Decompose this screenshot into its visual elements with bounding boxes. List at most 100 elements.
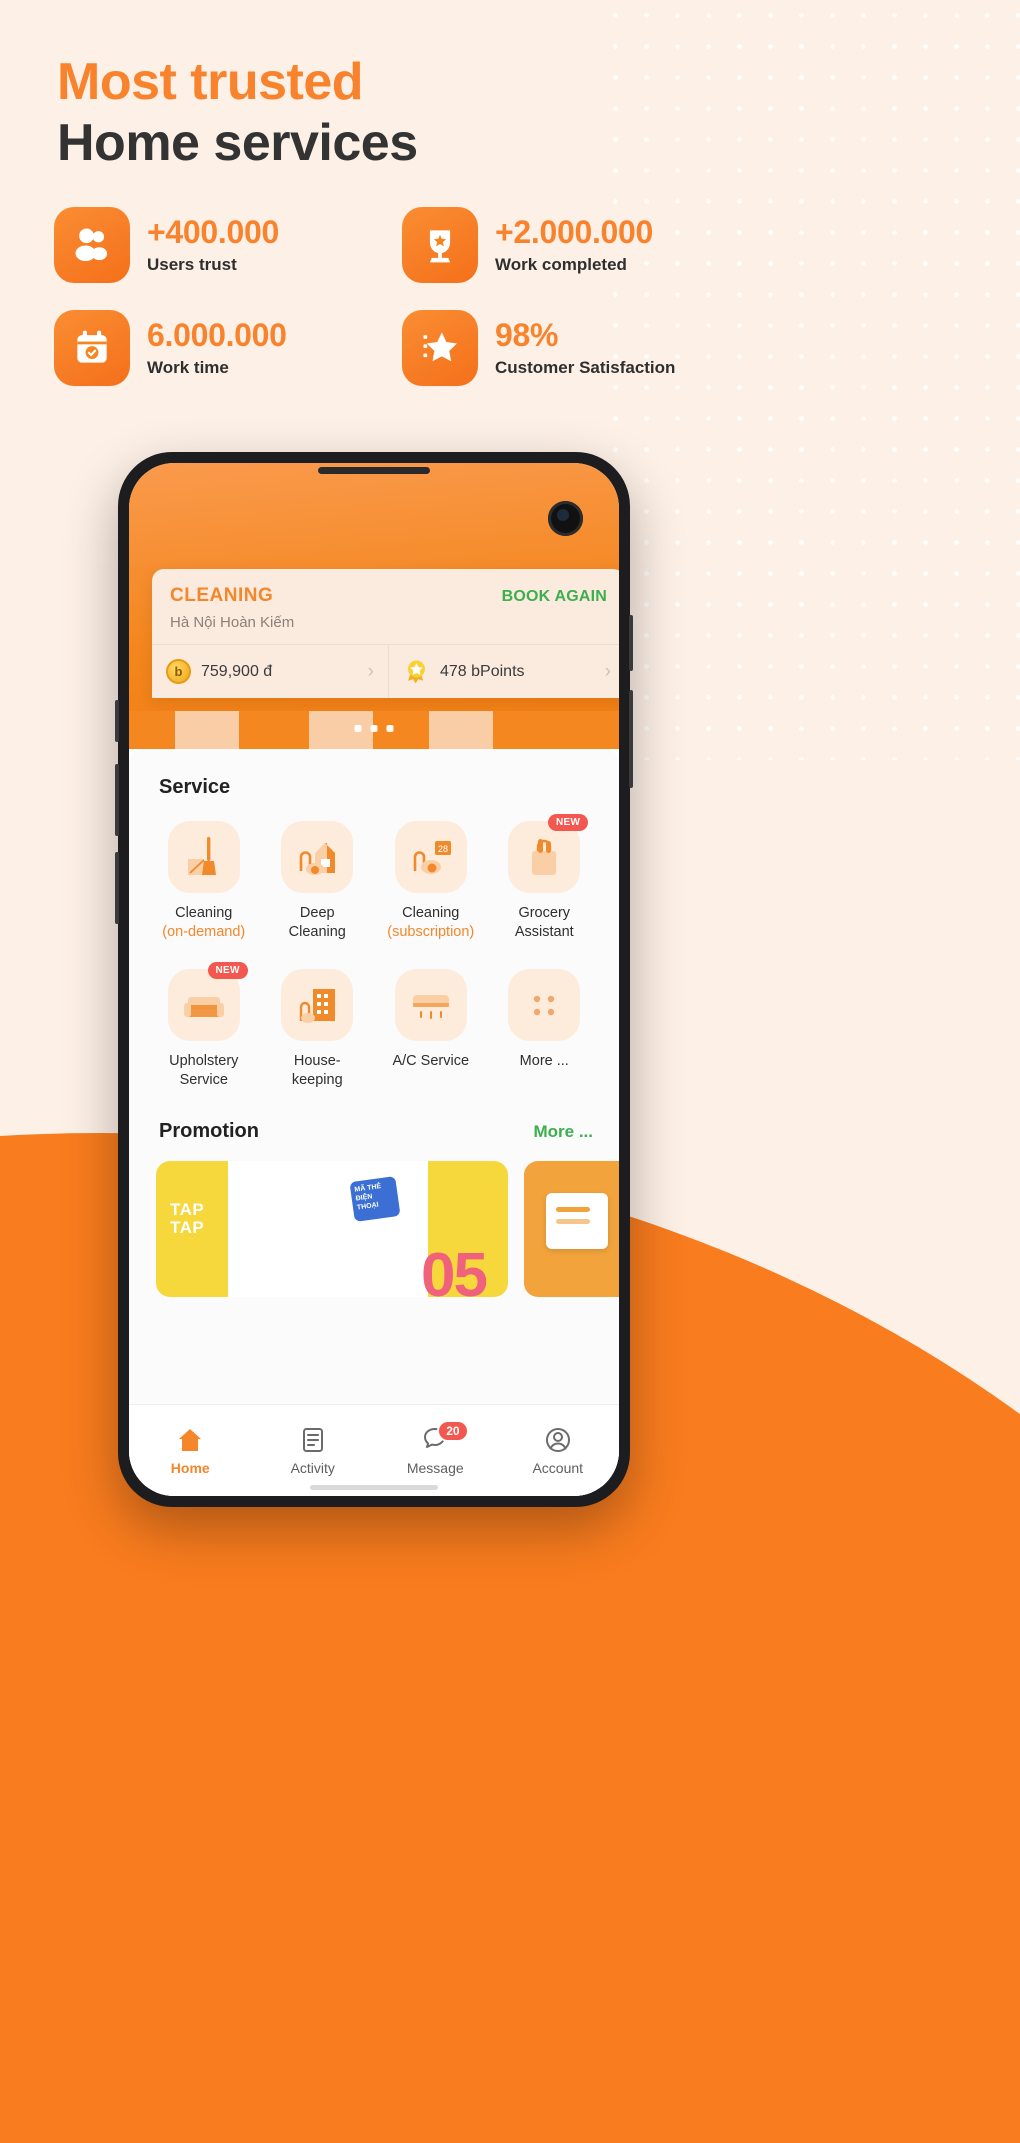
bottom-navigation: Home Activity 20 Message Account bbox=[129, 1404, 619, 1496]
trophy-icon bbox=[402, 207, 478, 283]
nav-item-message[interactable]: 20 Message bbox=[374, 1419, 497, 1476]
account-icon bbox=[545, 1427, 570, 1452]
service-label-line1: Upholstery bbox=[169, 1052, 239, 1069]
air-conditioner-icon bbox=[394, 968, 467, 1041]
wallet-balance-row[interactable]: b 759,900 đ › bbox=[152, 645, 388, 698]
sofa-icon: NEW bbox=[167, 961, 248, 1041]
service-label-line1: More ... bbox=[519, 1052, 569, 1069]
stat-work-time: 6.000.000 Work time bbox=[54, 310, 386, 386]
broom-bucket-icon bbox=[167, 821, 240, 893]
phone-card-tag: MÃ THẺ ĐIỆN THOẠI bbox=[349, 1176, 401, 1223]
activity-icon bbox=[302, 1427, 323, 1452]
nav-item-account[interactable]: Account bbox=[497, 1426, 620, 1476]
service-label-line2: keeping bbox=[291, 1071, 343, 1088]
service-tile-cleaning-subscription[interactable]: 28 Cleaning (subscription) bbox=[374, 821, 488, 943]
service-heading-row: Service bbox=[129, 749, 619, 799]
stat-value: 6.000.000 bbox=[147, 317, 287, 354]
stat-work-completed: +2.000.000 Work completed bbox=[402, 207, 734, 283]
phone-screen: CLEANING Hà Nội Hoàn Kiếm BOOK AGAIN b 7… bbox=[129, 463, 619, 1496]
vacuum-calendar-icon: 28 bbox=[394, 821, 467, 893]
service-tile-cleaning-on-demand[interactable]: Cleaning (on-demand) bbox=[147, 821, 261, 943]
nav-item-activity[interactable]: Activity bbox=[252, 1426, 375, 1476]
stat-value: +2.000.000 bbox=[495, 214, 654, 251]
booking-title: CLEANING bbox=[170, 585, 274, 606]
chevron-right-icon: › bbox=[367, 660, 374, 682]
service-label-line1: House- bbox=[293, 1052, 341, 1069]
front-camera bbox=[548, 501, 583, 536]
service-label-line2: Cleaning bbox=[288, 924, 346, 941]
phone-button-left-3 bbox=[115, 852, 119, 924]
grocery-bag-icon: NEW bbox=[508, 814, 589, 893]
stat-value: +400.000 bbox=[147, 214, 279, 251]
nav-item-home[interactable]: Home bbox=[129, 1426, 252, 1476]
chevron-right-icon: › bbox=[604, 660, 611, 682]
more-dots-icon bbox=[508, 968, 581, 1041]
stats-grid: +400.000 Users trust +2.000.000 Work com… bbox=[54, 207, 734, 386]
star-badge-icon bbox=[402, 310, 478, 386]
carousel-dot[interactable] bbox=[370, 725, 378, 732]
service-label-line1: Cleaning bbox=[402, 905, 460, 921]
carousel-dot[interactable] bbox=[386, 725, 394, 732]
service-label-line2: (on-demand) bbox=[162, 924, 246, 941]
wallet-balance-value: 759,900 đ bbox=[201, 662, 273, 680]
service-tile-more[interactable]: More ... bbox=[488, 968, 602, 1091]
promotion-heading: Promotion bbox=[159, 1120, 259, 1143]
service-label-line1: Cleaning bbox=[175, 905, 233, 921]
svg-text:28: 28 bbox=[438, 844, 448, 854]
service-tile-housekeeping[interactable]: House- keeping bbox=[261, 968, 375, 1091]
service-label-line2: (subscription) bbox=[387, 924, 475, 941]
service-tile-label: A/C Service bbox=[392, 1052, 469, 1071]
book-again-button[interactable]: BOOK AGAIN bbox=[502, 585, 607, 606]
message-badge: 20 bbox=[437, 1419, 469, 1442]
service-grid: Cleaning (on-demand) Deep Cleaning 28 Cl… bbox=[129, 814, 619, 1091]
headline-line-1: Most trusted bbox=[57, 53, 363, 111]
home-indicator bbox=[310, 1485, 438, 1490]
stat-label: Work time bbox=[147, 357, 229, 377]
service-label-line1: A/C Service bbox=[392, 1052, 470, 1069]
new-badge: NEW bbox=[548, 814, 589, 831]
stat-label: Users trust bbox=[147, 254, 237, 274]
new-badge: NEW bbox=[207, 961, 248, 979]
promotion-number: 05 bbox=[421, 1241, 488, 1298]
service-label-line2: Service bbox=[179, 1071, 228, 1088]
vacuum-house-icon bbox=[281, 821, 354, 893]
content-sheet: Service Cleaning (on-demand) Deep Cleani… bbox=[129, 749, 619, 1496]
headline-line-2: Home services bbox=[57, 113, 418, 172]
voucher-icon bbox=[546, 1193, 608, 1250]
phone-button-left-2 bbox=[115, 764, 119, 836]
stat-label: Customer Satisfaction bbox=[495, 357, 676, 377]
service-tile-grocery-assistant[interactable]: NEW Grocery Assistant bbox=[488, 814, 602, 943]
nav-label: Home bbox=[170, 1459, 210, 1476]
carousel-dot[interactable] bbox=[354, 725, 362, 732]
stat-value: 98% bbox=[495, 317, 559, 354]
service-tile-label: Deep Cleaning bbox=[289, 904, 346, 943]
earpiece-speaker bbox=[318, 467, 430, 474]
promotion-banner-taptap[interactable]: TAP TAP MÃ THẺ ĐIỆN THOẠI 05 bbox=[156, 1161, 508, 1298]
booking-card[interactable]: CLEANING Hà Nội Hoàn Kiếm BOOK AGAIN b 7… bbox=[152, 569, 619, 698]
service-tile-deep-cleaning[interactable]: Deep Cleaning bbox=[261, 821, 375, 943]
taptap-logo: TAP TAP bbox=[170, 1200, 205, 1238]
stat-customer-satisfaction: 98% Customer Satisfaction bbox=[402, 310, 734, 386]
phone-button-left-1 bbox=[115, 700, 119, 742]
nav-label: Account bbox=[532, 1459, 584, 1476]
booking-location: Hà Nội Hoàn Kiếm bbox=[170, 614, 295, 631]
stat-users-trust: +400.000 Users trust bbox=[54, 207, 386, 283]
calendar-check-icon bbox=[54, 310, 130, 386]
promotion-banners: TAP TAP MÃ THẺ ĐIỆN THOẠI 05 bbox=[129, 1161, 619, 1298]
nav-label: Activity bbox=[290, 1459, 335, 1476]
service-heading: Service bbox=[159, 776, 231, 798]
service-tile-label: Grocery Assistant bbox=[515, 904, 574, 943]
service-label-line1: Grocery bbox=[518, 905, 571, 921]
users-icon bbox=[54, 207, 130, 283]
carousel-dots[interactable] bbox=[354, 725, 394, 732]
service-tile-upholstery-service[interactable]: NEW Upholstery Service bbox=[147, 961, 261, 1091]
service-label-line1: Deep bbox=[299, 905, 335, 921]
building-icon bbox=[281, 968, 354, 1041]
promotion-more-link[interactable]: More ... bbox=[533, 1122, 593, 1142]
promotion-heading-row: Promotion More ... bbox=[129, 1120, 619, 1143]
bpoints-value: 478 bPoints bbox=[440, 662, 525, 680]
bpoints-row[interactable]: 478 bPoints › bbox=[388, 645, 619, 698]
service-tile-label: Upholstery Service bbox=[169, 1052, 238, 1091]
promotion-banner-voucher[interactable] bbox=[524, 1161, 619, 1298]
service-tile-ac-service[interactable]: A/C Service bbox=[374, 968, 488, 1091]
